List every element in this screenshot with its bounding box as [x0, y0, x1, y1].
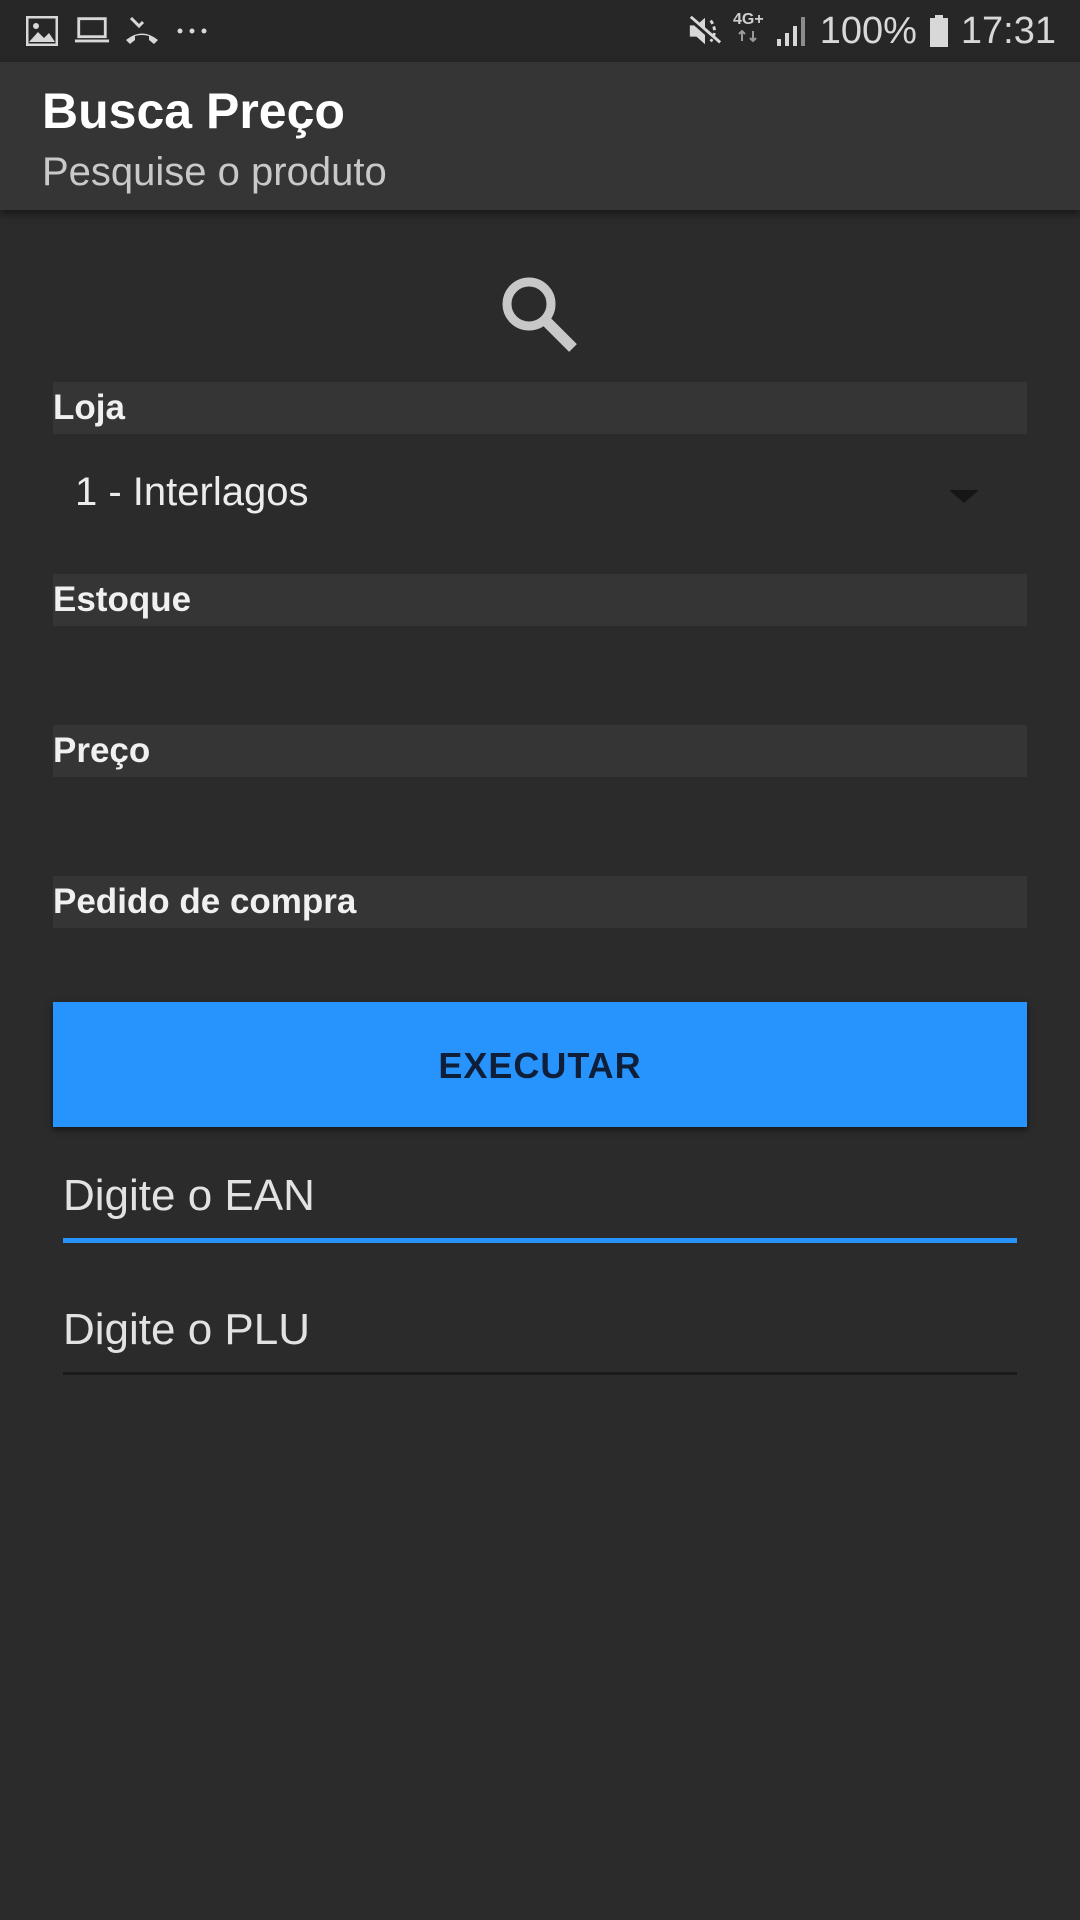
status-bar: 4G+ 100% 17:31	[0, 0, 1080, 62]
ean-input[interactable]	[63, 1156, 1017, 1236]
preco-label: Preço	[53, 731, 151, 770]
loja-selected-value: 1 - Interlagos	[75, 470, 309, 514]
app-subtitle: Pesquise o produto	[42, 150, 387, 194]
estoque-label: Estoque	[53, 580, 192, 619]
pedido-label: Pedido de compra	[53, 882, 357, 921]
image-icon	[24, 13, 60, 49]
network-4g-icon: 4G+	[733, 12, 764, 42]
missed-call-icon	[124, 13, 160, 49]
app-bar: Busca Preço Pesquise o produto	[0, 62, 1080, 210]
battery-icon	[927, 13, 951, 49]
battery-percent: 100%	[819, 9, 917, 52]
pedido-header: Pedido de compra	[53, 876, 1027, 928]
status-bar-left	[24, 13, 210, 49]
signal-icon	[774, 13, 810, 49]
loja-header: Loja	[53, 382, 1027, 434]
estoque-header: Estoque	[53, 574, 1027, 626]
plu-underline	[63, 1372, 1017, 1375]
execute-button[interactable]: EXECUTAR	[53, 1002, 1027, 1127]
plu-input[interactable]	[63, 1290, 1017, 1370]
status-time: 17:31	[960, 9, 1056, 52]
mute-icon	[687, 13, 723, 49]
preco-value	[53, 787, 1027, 847]
dropdown-arrow-icon	[949, 490, 979, 503]
loja-spinner[interactable]: 1 - Interlagos	[53, 460, 1027, 532]
ean-underline	[63, 1238, 1017, 1243]
network-label: 4G+	[733, 11, 764, 28]
more-dots-icon	[174, 13, 210, 49]
app-title: Busca Preço	[42, 83, 345, 139]
estoque-value	[53, 636, 1027, 696]
loja-label: Loja	[53, 388, 125, 427]
search-icon	[497, 272, 579, 354]
status-bar-right: 4G+ 100% 17:31	[687, 0, 1056, 62]
laptop-icon	[74, 13, 110, 49]
preco-header: Preço	[53, 725, 1027, 777]
pedido-value	[53, 938, 1027, 988]
